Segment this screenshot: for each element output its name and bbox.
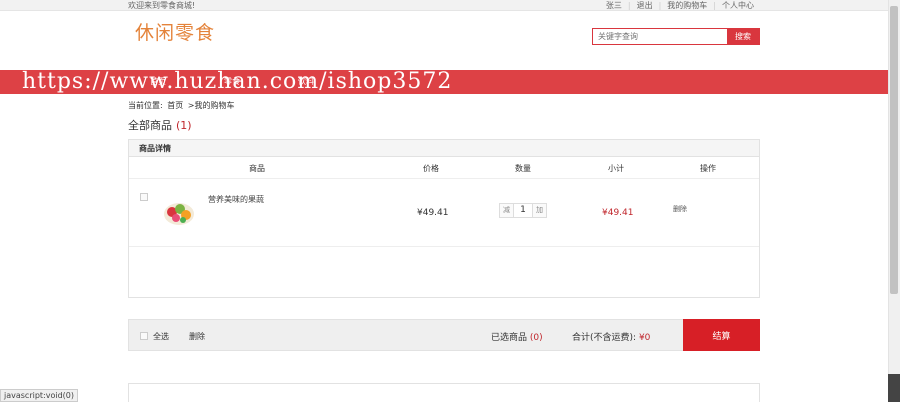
selected-count: 已选商品 (0): [491, 330, 543, 343]
my-cart-link[interactable]: 我的购物车: [661, 0, 713, 11]
page-title: 全部商品 (1): [128, 117, 192, 133]
product-price: ¥49.41: [417, 208, 449, 218]
title-label: 全部商品: [128, 119, 172, 132]
breadcrumb-prefix: 当前位置:: [128, 101, 163, 110]
top-links: 张三 | 退出 | 我的购物车 | 个人中心: [600, 0, 760, 11]
status-bar-url: javascript:void(0): [0, 389, 79, 402]
breadcrumb: 当前位置: 首页 >我的购物车: [128, 100, 237, 111]
cart-section-header: 商品详情: [129, 140, 759, 157]
quantity-value[interactable]: 1: [513, 204, 533, 217]
search-input[interactable]: [593, 29, 727, 44]
welcome-text: 欢迎来到零食商城!: [128, 1, 196, 10]
selected-label: 已选商品: [491, 333, 528, 343]
quantity-stepper: 减 1 加: [499, 203, 547, 218]
corner-widget: [888, 374, 900, 402]
column-header-row: 商品 价格 数量 小计 操作: [129, 157, 759, 179]
scrollbar-thumb[interactable]: [890, 6, 898, 294]
total-label: 合计(不含运费):: [572, 333, 637, 343]
site-logo[interactable]: 休闲零食: [135, 18, 215, 45]
product-name[interactable]: 营养美味的果蔬: [208, 194, 264, 205]
item-checkbox[interactable]: [140, 193, 148, 201]
total-value: ¥0: [638, 333, 651, 343]
column-product: 商品: [249, 164, 265, 173]
column-quantity: 数量: [515, 164, 531, 173]
select-all-checkbox[interactable]: [140, 332, 148, 340]
select-all-label[interactable]: 全选: [153, 331, 169, 342]
cart-table: 商品详情 商品 价格 数量 小计 操作 营养美味的果蔬 ¥49.41 减 1 加…: [128, 139, 760, 298]
breadcrumb-current: >我的购物车: [187, 101, 235, 110]
bottom-panel: [128, 383, 760, 402]
vertical-scrollbar[interactable]: [888, 0, 900, 402]
delete-selected-link[interactable]: 删除: [189, 331, 205, 342]
table-row: 营养美味的果蔬 ¥49.41 减 1 加 ¥49.41 删除: [129, 179, 759, 247]
column-subtotal: 小计: [608, 164, 624, 173]
breadcrumb-home[interactable]: 首页: [167, 101, 183, 110]
logout-link[interactable]: 退出: [631, 0, 659, 11]
delete-item-link[interactable]: 删除: [673, 204, 687, 214]
column-actions: 操作: [700, 164, 716, 173]
decrease-button[interactable]: 减: [500, 204, 513, 217]
product-subtotal: ¥49.41: [602, 208, 634, 218]
total-amount: 合计(不含运费): ¥0: [572, 330, 650, 343]
cart-footer: 全选 删除 已选商品 (0) 合计(不含运费): ¥0 结算: [128, 319, 760, 351]
user-name[interactable]: 张三: [600, 0, 628, 11]
product-image[interactable]: [162, 200, 196, 226]
watermark-text: https://www.huzhan.com/ishop3572: [22, 69, 453, 94]
item-count: (1): [176, 119, 192, 132]
column-price: 价格: [423, 164, 439, 173]
checkout-button[interactable]: 结算: [683, 319, 760, 351]
increase-button[interactable]: 加: [533, 204, 546, 217]
selected-number: (0): [529, 333, 543, 343]
user-center-link[interactable]: 个人中心: [716, 0, 760, 11]
search-box: 搜索: [592, 28, 760, 45]
search-button[interactable]: 搜索: [727, 29, 759, 44]
top-bar: 欢迎来到零食商城! 张三 | 退出 | 我的购物车 | 个人中心: [0, 0, 888, 11]
